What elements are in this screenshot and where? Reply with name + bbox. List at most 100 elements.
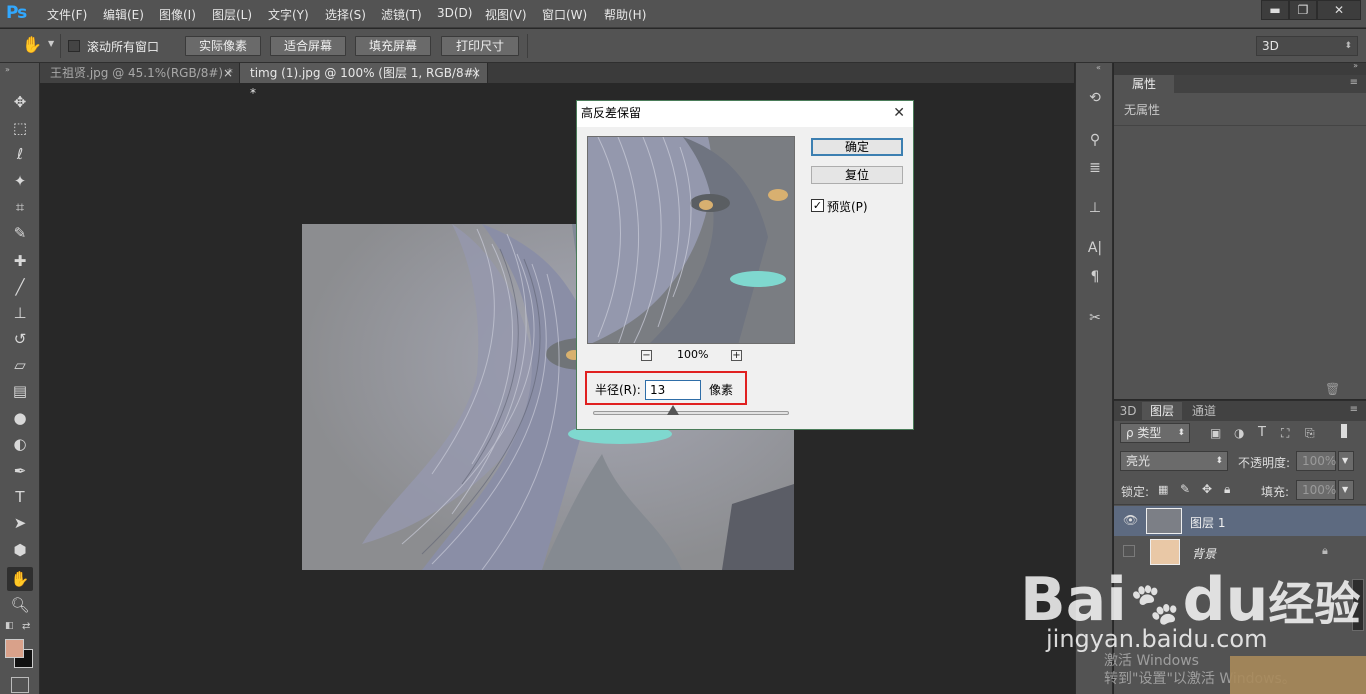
filter-toggle[interactable] bbox=[1340, 423, 1348, 439]
zoom-out-button[interactable]: − bbox=[641, 350, 652, 361]
radius-input[interactable]: 13 bbox=[645, 380, 701, 400]
history-panel-icon[interactable]: ⟲ bbox=[1084, 87, 1106, 109]
preview-checkbox[interactable]: ✓ bbox=[811, 199, 824, 212]
menu-select[interactable]: 选择(S) bbox=[325, 6, 366, 23]
radius-slider-track[interactable] bbox=[593, 411, 789, 415]
chevron-down-icon[interactable]: ▼ bbox=[48, 39, 54, 48]
type-icon[interactable]: T bbox=[7, 485, 33, 509]
tab-layers[interactable]: 图层 bbox=[1142, 402, 1182, 420]
collapse-icon[interactable]: » bbox=[5, 65, 10, 74]
zoom-in-button[interactable]: + bbox=[731, 350, 742, 361]
tab-document-1[interactable]: 王祖贤.jpg @ 45.1%(RGB/8#) * × bbox=[40, 63, 240, 83]
game-ad-thumbnail[interactable] bbox=[1230, 656, 1366, 694]
filter-type-icon[interactable]: T bbox=[1258, 425, 1266, 440]
layer-name[interactable]: 图层 1 bbox=[1190, 514, 1225, 531]
collapse-icon[interactable]: « bbox=[1096, 63, 1101, 72]
radius-slider-thumb[interactable] bbox=[667, 405, 680, 415]
magic-wand-icon[interactable]: ✦ bbox=[7, 169, 33, 193]
swap-colors-icon[interactable]: ⇄ bbox=[22, 621, 30, 632]
close-tab-icon[interactable]: × bbox=[223, 63, 233, 83]
kind-filter-select[interactable]: ρ 类型 ⬍ bbox=[1120, 423, 1190, 443]
blend-mode-select[interactable]: 亮光 ⬍ bbox=[1120, 451, 1228, 471]
default-colors-icon[interactable]: ◧ bbox=[5, 621, 14, 631]
visibility-eye-icon[interactable]: 👁︎ bbox=[1123, 513, 1138, 527]
fit-screen-button[interactable]: 适合屏幕 bbox=[270, 36, 346, 56]
path-selection-icon[interactable]: ➤ bbox=[7, 511, 33, 535]
brush-icon[interactable]: ╱ bbox=[7, 275, 33, 299]
crop-icon[interactable]: ⌗ bbox=[7, 195, 33, 219]
dodge-icon[interactable]: ◐ bbox=[7, 432, 33, 456]
filter-adjustment-icon[interactable]: ◑ bbox=[1234, 426, 1244, 440]
layer-row[interactable]: 背景 🔒︎ bbox=[1114, 537, 1366, 567]
close-window-button[interactable]: ✕ bbox=[1317, 0, 1361, 20]
close-icon[interactable]: ✕ bbox=[893, 101, 905, 125]
foreground-color-swatch[interactable] bbox=[5, 639, 24, 658]
marquee-icon[interactable]: ⬚ bbox=[7, 116, 33, 140]
character-panel-icon[interactable]: A| bbox=[1084, 237, 1106, 259]
tab-document-2[interactable]: timg (1).jpg @ 100% (图层 1, RGB/8#) * × bbox=[240, 63, 488, 100]
eyedropper-icon[interactable]: ✎ bbox=[7, 221, 33, 245]
menu-type[interactable]: 文字(Y) bbox=[268, 6, 309, 23]
lasso-icon[interactable]: ℓ bbox=[7, 142, 33, 166]
reset-button[interactable]: 复位 bbox=[811, 166, 903, 184]
ok-button[interactable]: 确定 bbox=[811, 138, 903, 156]
filter-pixel-icon[interactable]: ▣ bbox=[1210, 426, 1221, 440]
fill-screen-button[interactable]: 填充屏幕 bbox=[355, 36, 431, 56]
menu-edit[interactable]: 编辑(E) bbox=[103, 6, 144, 23]
eraser-icon[interactable]: ▱ bbox=[7, 353, 33, 377]
filter-preview[interactable] bbox=[587, 136, 795, 344]
menu-file[interactable]: 文件(F) bbox=[47, 6, 87, 23]
zoom-icon[interactable]: 🔍︎ bbox=[7, 593, 33, 617]
brush-presets-icon[interactable]: ⚲ bbox=[1084, 129, 1106, 151]
tool-presets-icon[interactable]: ✂ bbox=[1084, 307, 1106, 329]
restore-button[interactable]: ❐ bbox=[1289, 0, 1317, 20]
filter-shape-icon[interactable]: ⛶ bbox=[1281, 426, 1289, 441]
shape-icon[interactable]: ⬢ bbox=[7, 538, 33, 562]
clone-stamp-icon[interactable]: ⊥ bbox=[7, 301, 33, 325]
lock-all-icon[interactable]: 🔒︎ bbox=[1224, 482, 1230, 497]
lock-transparency-icon[interactable]: ▦ bbox=[1158, 483, 1168, 496]
menu-layer[interactable]: 图层(L) bbox=[212, 6, 252, 23]
tab-3d[interactable]: 3D bbox=[1114, 402, 1142, 420]
opacity-dropdown[interactable]: ▼ bbox=[1338, 451, 1354, 471]
filter-smart-object-icon[interactable]: ⎘ bbox=[1305, 426, 1315, 441]
tab-channels[interactable]: 通道 bbox=[1184, 402, 1224, 420]
move-tool-icon[interactable]: ✥ bbox=[7, 90, 33, 114]
hand-icon[interactable]: ✋ bbox=[7, 567, 33, 591]
menu-help[interactable]: 帮助(H) bbox=[604, 6, 646, 23]
scroll-all-checkbox[interactable] bbox=[68, 40, 80, 52]
menu-window[interactable]: 窗口(W) bbox=[542, 6, 587, 23]
fill-input[interactable]: 100% bbox=[1296, 480, 1336, 500]
collapse-icon[interactable]: » bbox=[1353, 61, 1358, 70]
gradient-icon[interactable]: ▤ bbox=[7, 379, 33, 403]
menu-image[interactable]: 图像(I) bbox=[159, 6, 196, 23]
opacity-input[interactable]: 100% bbox=[1296, 451, 1336, 471]
actual-pixels-button[interactable]: 实际像素 bbox=[185, 36, 261, 56]
menu-view[interactable]: 视图(V) bbox=[485, 6, 527, 23]
lock-position-icon[interactable]: ✥ bbox=[1202, 482, 1212, 496]
menu-filter[interactable]: 滤镜(T) bbox=[381, 6, 422, 23]
close-tab-icon[interactable]: × bbox=[471, 63, 481, 83]
lock-pixels-icon[interactable]: ✎ bbox=[1180, 482, 1190, 496]
panel-menu-icon[interactable]: ≡ bbox=[1350, 77, 1358, 88]
brush-settings-icon[interactable]: ≣ bbox=[1084, 157, 1106, 179]
layer-row-selected[interactable]: 👁︎ 图层 1 bbox=[1114, 506, 1366, 536]
fill-dropdown[interactable]: ▼ bbox=[1338, 480, 1354, 500]
layer-name[interactable]: 背景 bbox=[1192, 545, 1216, 562]
pen-icon[interactable]: ✒ bbox=[7, 459, 33, 483]
workspace-select[interactable]: 3D ⬍ bbox=[1256, 36, 1358, 56]
print-size-button[interactable]: 打印尺寸 bbox=[441, 36, 519, 56]
clone-source-icon[interactable]: ⊥ bbox=[1084, 197, 1106, 219]
minimize-button[interactable]: ▬ bbox=[1261, 0, 1289, 20]
quick-mask-icon[interactable] bbox=[11, 677, 29, 693]
visibility-toggle[interactable] bbox=[1123, 545, 1135, 557]
hand-tool-preset-icon[interactable]: ✋ bbox=[22, 35, 42, 54]
healing-brush-icon[interactable]: ✚ bbox=[7, 249, 33, 273]
blur-icon[interactable]: ● bbox=[7, 406, 33, 430]
tab-properties[interactable]: 属性 bbox=[1114, 75, 1174, 93]
trash-icon[interactable]: 🗑︎ bbox=[1325, 382, 1340, 396]
paragraph-panel-icon[interactable]: ¶ bbox=[1084, 266, 1106, 288]
menu-3d[interactable]: 3D(D) bbox=[437, 6, 472, 20]
history-brush-icon[interactable]: ↺ bbox=[7, 327, 33, 351]
panel-menu-icon[interactable]: ≡ bbox=[1350, 404, 1358, 415]
